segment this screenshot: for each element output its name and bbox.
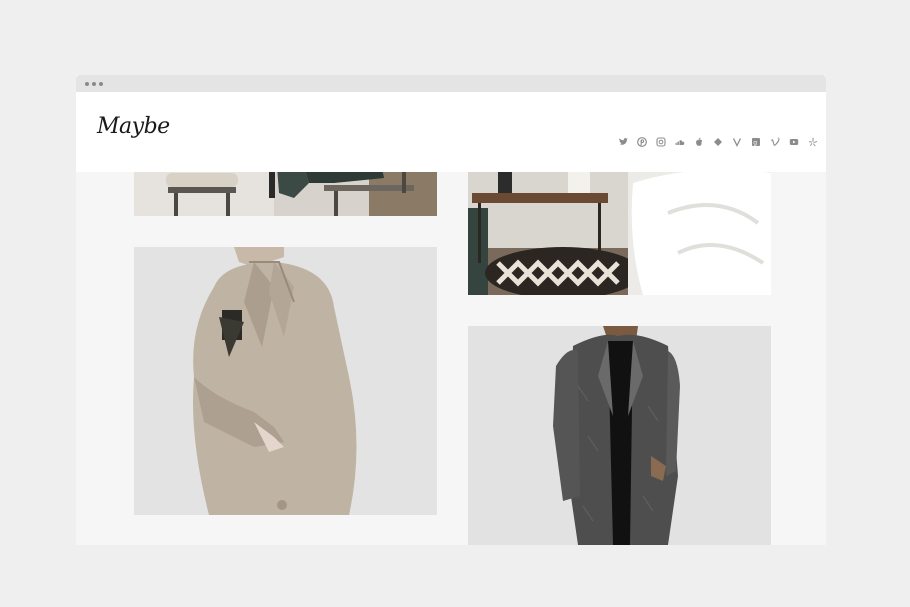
vimeo-icon[interactable] [769,136,781,148]
instagram-icon[interactable] [655,136,667,148]
browser-window: Maybe g [76,75,826,545]
google-plus-icon[interactable]: g [750,136,762,148]
window-dot[interactable] [85,82,89,86]
social-links: g [617,136,819,148]
site-header: Maybe g [76,92,826,172]
photo-grey-coat[interactable] [468,326,771,545]
photo-bedroom[interactable] [468,153,771,295]
svg-text:g: g [753,139,757,146]
window-controls[interactable] [85,82,103,86]
beige-coat-image [134,247,437,515]
yelp-icon[interactable] [807,136,819,148]
youtube-icon[interactable] [788,136,800,148]
site-logo[interactable]: Maybe [97,114,170,139]
photo-beige-coat[interactable] [134,247,437,515]
dribbble-icon[interactable] [712,136,724,148]
grey-coat-image [468,326,771,545]
soundcloud-icon[interactable] [674,136,686,148]
twitter-icon[interactable] [617,136,629,148]
window-dot[interactable] [99,82,103,86]
page-viewport[interactable]: Maybe g [76,92,826,545]
window-dot[interactable] [92,82,96,86]
vine-icon[interactable] [731,136,743,148]
pinterest-icon[interactable] [636,136,648,148]
bedroom-image [468,153,771,295]
apple-icon[interactable] [693,136,705,148]
browser-titlebar [76,75,826,92]
